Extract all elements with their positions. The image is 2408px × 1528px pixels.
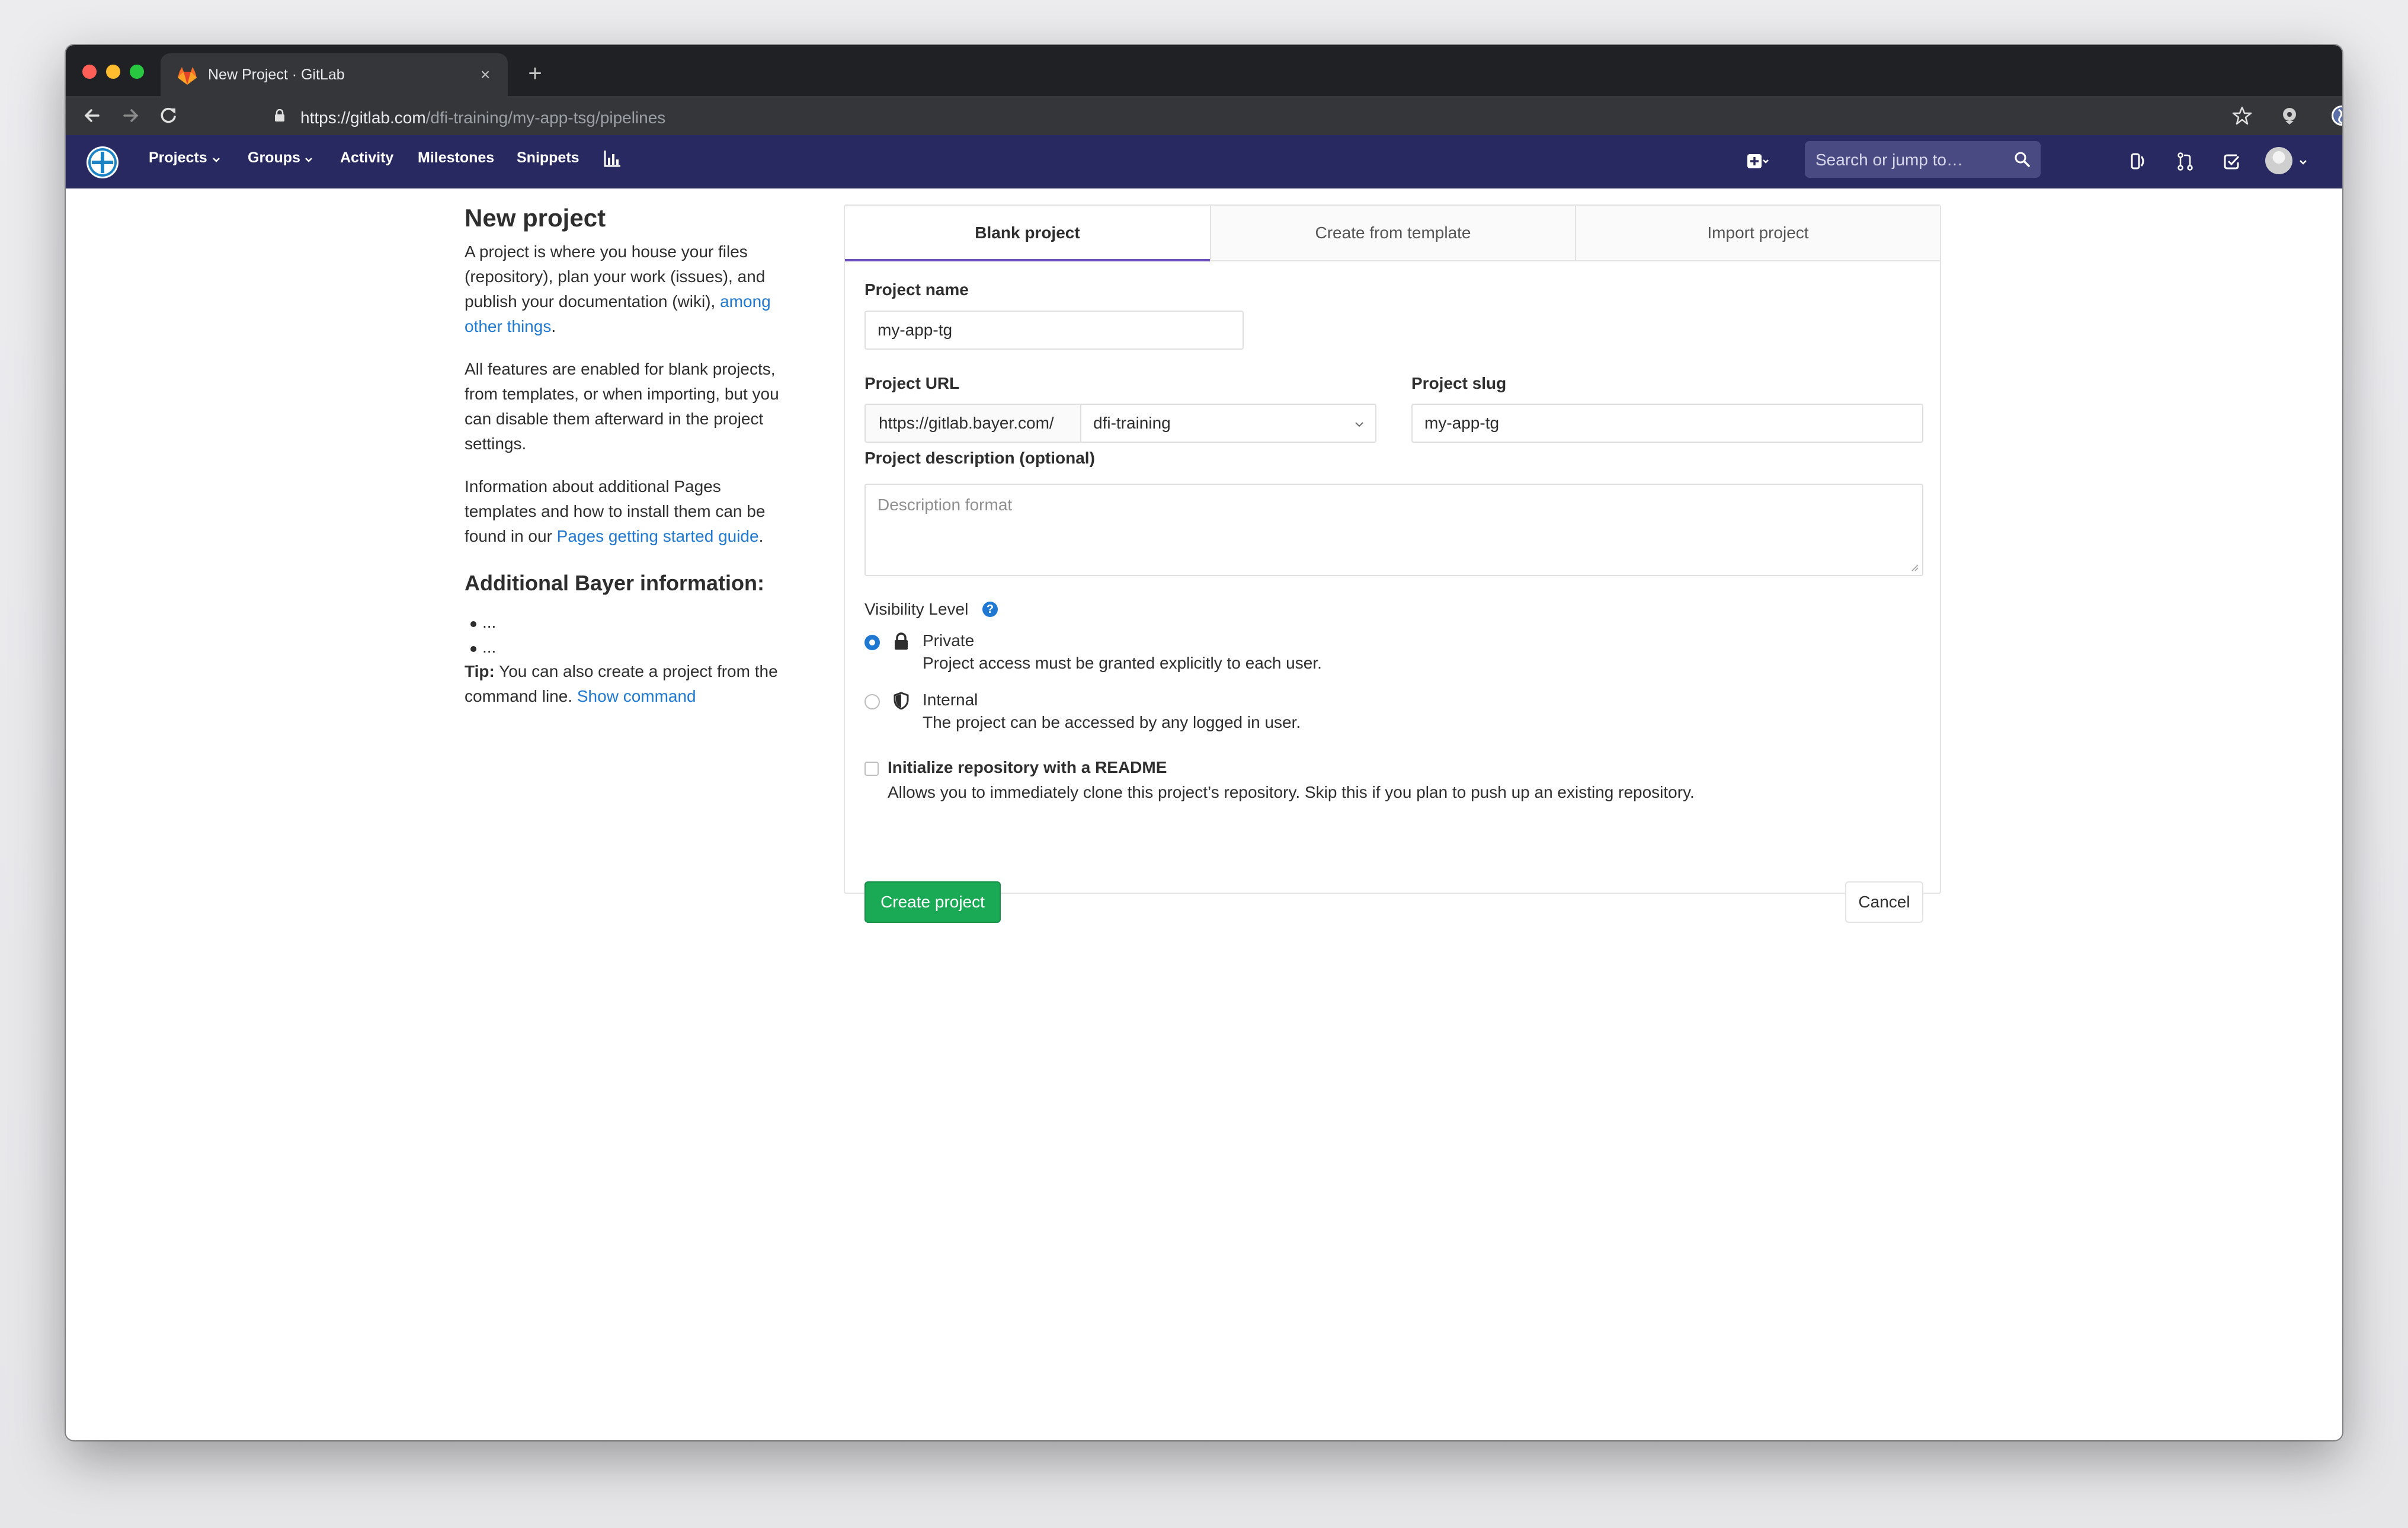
gitlab-navbar-inner: Projects Groups Activity Milestones Snip…	[66, 135, 2342, 188]
visibility-internal-desc: The project can be accessed by any logge…	[923, 713, 1301, 731]
visibility-internal-radio[interactable]	[864, 694, 880, 709]
groups-chevron-down-icon	[305, 158, 312, 162]
project-url-label: Project URL	[864, 374, 960, 392]
todo-check-icon[interactable]	[2219, 148, 2245, 174]
nav-milestones[interactable]: Milestones	[418, 149, 494, 167]
minimize-window-button[interactable]	[106, 65, 120, 79]
reload-icon	[161, 107, 176, 123]
search-icon	[2015, 152, 2030, 167]
initialize-readme-checkbox[interactable]	[864, 762, 879, 776]
nav-activity[interactable]: Activity	[340, 149, 393, 167]
project-slug-input[interactable]: my-app-tg	[1411, 404, 1923, 443]
extension-icon	[2283, 108, 2296, 124]
bullet-item-1: ...	[470, 613, 497, 631]
page-title: New project	[465, 204, 606, 232]
tab-title: New Project · GitLab	[208, 66, 345, 83]
merge-request-icon[interactable]	[2172, 148, 2198, 174]
visibility-private-desc: Project access must be granted explicitl…	[923, 654, 1322, 672]
chevron-down-icon	[1355, 422, 1363, 427]
new-tab-button[interactable]: +	[522, 62, 548, 88]
create-project-button[interactable]: Create project	[864, 881, 1001, 923]
star-icon	[2232, 106, 2252, 125]
lock-icon	[895, 632, 908, 650]
bayer-logo-icon[interactable]	[85, 145, 120, 180]
sidebar-pages-text: Information about additional Pages templ…	[465, 474, 796, 549]
visibility-private-radio[interactable]	[864, 635, 880, 650]
initialize-readme-desc: Allows you to immediately clone this pro…	[888, 783, 1695, 801]
initialize-readme-label[interactable]: Initialize repository with a README	[888, 758, 1167, 777]
namespace-select[interactable]: dfi-training	[1081, 404, 1376, 443]
project-type-tabs: Blank project Create from template Impor…	[845, 206, 1940, 261]
visibility-level-label: Visibility Level	[864, 600, 968, 619]
analytics-chart-icon[interactable]	[603, 148, 623, 168]
new-project-panel: Blank project Create from template Impor…	[844, 204, 1941, 923]
tip-label: Tip:	[465, 662, 495, 680]
bookmark-star-button[interactable]	[2228, 102, 2256, 129]
lock-icon	[275, 109, 284, 122]
maximize-window-button[interactable]	[130, 65, 144, 79]
projects-chevron-down-icon	[213, 158, 220, 162]
tab-create-from-template[interactable]: Create from template	[1210, 206, 1575, 261]
visibility-label-text: Visibility Level	[864, 600, 969, 618]
cancel-button[interactable]: Cancel	[1845, 881, 1923, 923]
visibility-help-icon[interactable]: ?	[982, 602, 998, 617]
profile-avatar-icon	[2332, 106, 2342, 126]
avatar-chevron-down-icon	[2300, 160, 2307, 165]
url-path: /dfi-training/my-app-tsg/pipelines	[425, 108, 666, 127]
nav-snippets[interactable]: Snippets	[517, 149, 579, 167]
project-name-input[interactable]: my-app-tg	[864, 311, 1244, 350]
url-host: https://gitlab.com	[300, 108, 426, 127]
namespace-value: dfi-training	[1093, 414, 1171, 432]
project-description-textarea[interactable]: Description format	[864, 484, 1923, 576]
visibility-internal-title: Internal	[923, 691, 978, 709]
search-placeholder: Search or jump to…	[1815, 151, 1963, 169]
arrow-right-icon	[123, 109, 139, 122]
close-tab-icon[interactable]: ×	[475, 64, 496, 85]
browser-tab-active[interactable]: New Project · GitLab ×	[161, 53, 508, 96]
tab-blank-project[interactable]: Blank project	[845, 206, 1210, 261]
reload-button[interactable]	[155, 102, 182, 129]
user-avatar[interactable]	[2265, 147, 2292, 174]
browser-tab-bar: New Project · GitLab × +	[66, 45, 2342, 96]
resize-handle-icon[interactable]	[1910, 563, 1919, 571]
global-search-input[interactable]: Search or jump to…	[1805, 141, 2041, 178]
plus-square-icon[interactable]	[1743, 148, 1769, 174]
project-description-label: Project description (optional)	[864, 449, 1095, 467]
project-url-prefix: https://gitlab.bayer.com/	[864, 404, 1081, 443]
extension-button[interactable]	[2276, 102, 2303, 129]
forward-button[interactable]	[117, 102, 144, 129]
profile-button[interactable]	[2328, 102, 2342, 129]
bullet-item-2: ...	[470, 638, 497, 656]
description-placeholder: Description format	[878, 496, 1013, 514]
pages-period: .	[758, 527, 764, 545]
additional-info-heading: Additional Bayer information:	[465, 571, 765, 595]
sidebar-features-text: All features are enabled for blank proje…	[465, 360, 779, 453]
shield-icon	[894, 692, 909, 709]
sidebar-intro-text: A project is where you house your files …	[465, 239, 796, 339]
show-command-link[interactable]: Show command	[577, 687, 696, 705]
browser-window: New Project · GitLab × + https://gitlab.…	[66, 45, 2342, 1440]
back-button[interactable]	[79, 102, 106, 129]
visibility-private-title: Private	[923, 631, 975, 650]
intro-period: .	[551, 317, 556, 335]
browser-toolbar: https://gitlab.com/dfi-training/my-app-t…	[66, 96, 2342, 135]
nav-projects[interactable]: Projects	[149, 149, 207, 167]
arrow-left-icon	[84, 109, 100, 122]
nav-groups[interactable]: Groups	[248, 149, 300, 167]
pages-guide-link[interactable]: Pages getting started guide	[557, 527, 759, 545]
project-name-label: Project name	[864, 280, 969, 299]
url-text: https://gitlab.com/dfi-training/my-app-t…	[300, 108, 665, 127]
address-bar[interactable]: https://gitlab.com/dfi-training/my-app-t…	[200, 101, 2250, 130]
project-slug-label: Project slug	[1411, 374, 1507, 392]
issues-icon[interactable]	[2125, 148, 2151, 174]
gitlab-favicon-icon	[178, 67, 197, 85]
sidebar-tip-text: Tip: You can also create a project from …	[465, 659, 796, 709]
close-window-button[interactable]	[82, 65, 97, 79]
tab-import-project[interactable]: Import project	[1575, 206, 1940, 261]
